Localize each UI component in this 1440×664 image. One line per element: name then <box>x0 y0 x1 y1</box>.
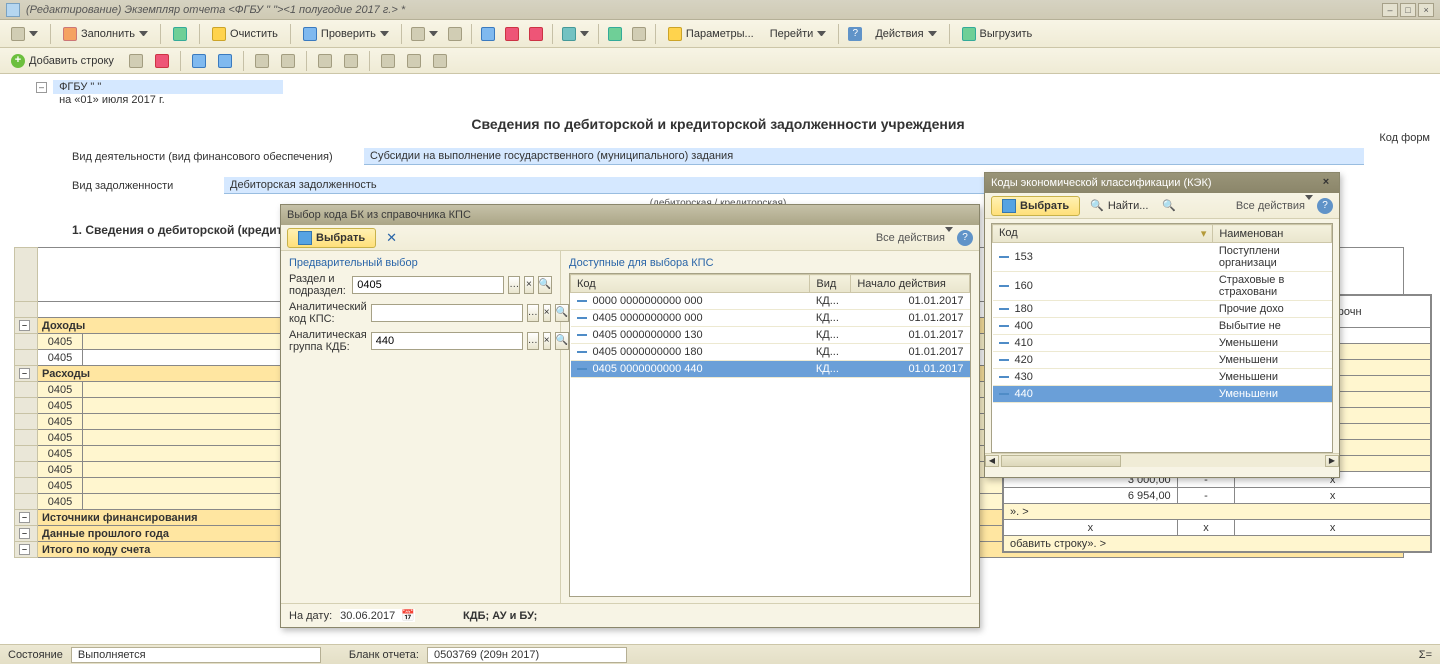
sigma-button[interactable] <box>4 23 45 45</box>
kps-dialog-toolbar: Выбрать ✕ Все действия ? <box>281 225 979 251</box>
blank-label: Бланк отчета: <box>349 649 419 661</box>
add-green-button[interactable] <box>604 23 626 45</box>
kek-select-button[interactable]: Выбрать <box>991 196 1080 216</box>
kps-help-icon[interactable]: ? <box>957 230 973 246</box>
tree-expand-button[interactable] <box>444 23 466 45</box>
grid-button[interactable] <box>558 23 593 45</box>
kps-dialog-footer: На дату: 30.06.2017 📅 КДБ; АУ и БУ; <box>281 603 979 627</box>
kps-available-pane: Доступные для выбора КПС КодВидНачало де… <box>561 251 979 603</box>
fill-button[interactable]: Заполнить <box>56 23 155 45</box>
misc3-button[interactable] <box>429 50 451 72</box>
arrows-red-right-button[interactable] <box>525 23 547 45</box>
add2-button[interactable] <box>628 23 650 45</box>
move-down-button[interactable] <box>214 50 236 72</box>
org-name: ФГБУ " " <box>53 80 283 94</box>
kps-analytcode-lookup[interactable]: … <box>527 304 539 322</box>
filter2-button[interactable] <box>340 50 362 72</box>
close-button[interactable]: × <box>1418 3 1434 17</box>
kps-kdbgroup-label: Аналитическая группа КДБ: <box>289 329 367 353</box>
debttype-value[interactable]: Дебиторская задолженность <box>224 177 1004 194</box>
goto-button[interactable]: Перейти <box>763 23 834 45</box>
kps-date-input[interactable]: 30.06.2017 📅 <box>340 609 415 622</box>
move-up-button[interactable] <box>188 50 210 72</box>
activity-label: Вид деятельности (вид финансового обеспе… <box>72 151 352 163</box>
select-icon <box>298 231 312 245</box>
arrows-blue-button[interactable] <box>477 23 499 45</box>
params-button[interactable]: Параметры... <box>661 23 761 45</box>
flag-button[interactable] <box>166 23 194 45</box>
state-field[interactable]: Выполняется <box>71 647 321 663</box>
tree-collapse-button[interactable] <box>407 23 442 45</box>
sort-desc-button[interactable] <box>277 50 299 72</box>
add-row-button[interactable]: +Добавить строку <box>4 50 121 72</box>
delete-row-button[interactable] <box>151 50 173 72</box>
kps-section-search[interactable]: 🔍 <box>538 276 552 294</box>
kek-find-button[interactable]: 🔍 Найти... <box>1086 195 1152 217</box>
kps-kdb-note: КДБ; АУ и БУ; <box>463 610 537 622</box>
minimize-button[interactable]: – <box>1382 3 1398 17</box>
kps-prefilter-title: Предварительный выбор <box>289 257 552 269</box>
kps-dialog: Выбор кода БК из справочника КПС Выбрать… <box>280 204 980 628</box>
kps-all-actions[interactable]: Все действия <box>876 232 953 244</box>
misc2-button[interactable] <box>403 50 425 72</box>
app-icon <box>6 3 20 17</box>
main-toolbar: Заполнить Очистить Проверить Параметры..… <box>0 20 1440 48</box>
select-icon <box>1002 199 1016 213</box>
kek-find-clear-button[interactable]: 🔍 <box>1158 195 1180 217</box>
help1-button[interactable]: ? <box>844 23 866 45</box>
statusbar: Состояние Выполняется Бланк отчета: 0503… <box>0 644 1440 664</box>
window-title: (Редактирование) Экземпляр отчета <ФГБУ … <box>26 4 405 16</box>
kps-section-input[interactable] <box>352 276 504 294</box>
activity-value[interactable]: Субсидии на выполнение государственного … <box>364 148 1364 165</box>
kps-analytcode-clear[interactable]: × <box>543 304 551 322</box>
kek-help-icon[interactable]: ? <box>1317 198 1333 214</box>
form-code-label: Код форм <box>1379 132 1430 144</box>
maximize-button[interactable]: □ <box>1400 3 1416 17</box>
row-toolbar: +Добавить строку <box>0 48 1440 74</box>
filter1-button[interactable] <box>314 50 336 72</box>
kps-section-label: Раздел и подраздел: <box>289 273 348 297</box>
sigma-label: Σ= <box>1419 649 1432 661</box>
kps-analytcode-label: Аналитический код КПС: <box>289 301 367 325</box>
clear-button[interactable]: Очистить <box>205 23 285 45</box>
doc-title: Сведения по дебиторской и кредиторской з… <box>36 106 1400 146</box>
kek-dialog-toolbar: Выбрать 🔍 Найти... 🔍 Все действия ? <box>985 193 1339 219</box>
kek-hscroll[interactable]: ◀▶ <box>985 453 1339 467</box>
kps-section-clear[interactable]: × <box>524 276 533 294</box>
kps-analytcode-input[interactable] <box>371 304 523 322</box>
actions-button[interactable]: Действия <box>868 23 943 45</box>
arrows-red-left-button[interactable] <box>501 23 523 45</box>
plus-icon: + <box>11 54 25 68</box>
copy-row-button[interactable] <box>125 50 147 72</box>
blank-field[interactable]: 0503769 (209н 2017) <box>427 647 627 663</box>
check-button[interactable]: Проверить <box>296 23 396 45</box>
kek-all-actions[interactable]: Все действия <box>1236 200 1313 212</box>
kek-dialog-title[interactable]: Коды экономической классификации (КЭК) × <box>985 173 1339 193</box>
header-toggle[interactable]: – <box>36 82 47 93</box>
debttype-label: Вид задолженности <box>72 180 212 192</box>
misc1-button[interactable] <box>377 50 399 72</box>
window-titlebar: (Редактирование) Экземпляр отчета <ФГБУ … <box>0 0 1440 20</box>
kps-kdbgroup-lookup[interactable]: … <box>527 332 539 350</box>
kps-kdbgroup-clear[interactable]: × <box>543 332 551 350</box>
kps-close-icon[interactable]: ✕ <box>382 227 401 249</box>
kps-available-title: Доступные для выбора КПС <box>569 257 971 269</box>
kps-select-button[interactable]: Выбрать <box>287 228 376 248</box>
sort-asc-button[interactable] <box>251 50 273 72</box>
export-button[interactable]: Выгрузить <box>955 23 1040 45</box>
report-date: на «01» июля 2017 г. <box>53 93 171 107</box>
kps-date-label: На дату: <box>289 610 332 622</box>
kps-section-lookup[interactable]: … <box>508 276 520 294</box>
kps-grid[interactable]: КодВидНачало действия0000 0000000000 000… <box>569 273 971 597</box>
kps-prefilter-pane: Предварительный выбор Раздел и подраздел… <box>281 251 561 603</box>
kek-grid[interactable]: Код ▾Наименован153Поступлени организаци1… <box>991 223 1333 453</box>
kps-kdbgroup-input[interactable] <box>371 332 523 350</box>
kek-close-button[interactable]: × <box>1319 176 1333 190</box>
kek-dialog: Коды экономической классификации (КЭК) ×… <box>984 172 1340 478</box>
state-label: Состояние <box>8 649 63 661</box>
kps-dialog-title[interactable]: Выбор кода БК из справочника КПС <box>281 205 979 225</box>
